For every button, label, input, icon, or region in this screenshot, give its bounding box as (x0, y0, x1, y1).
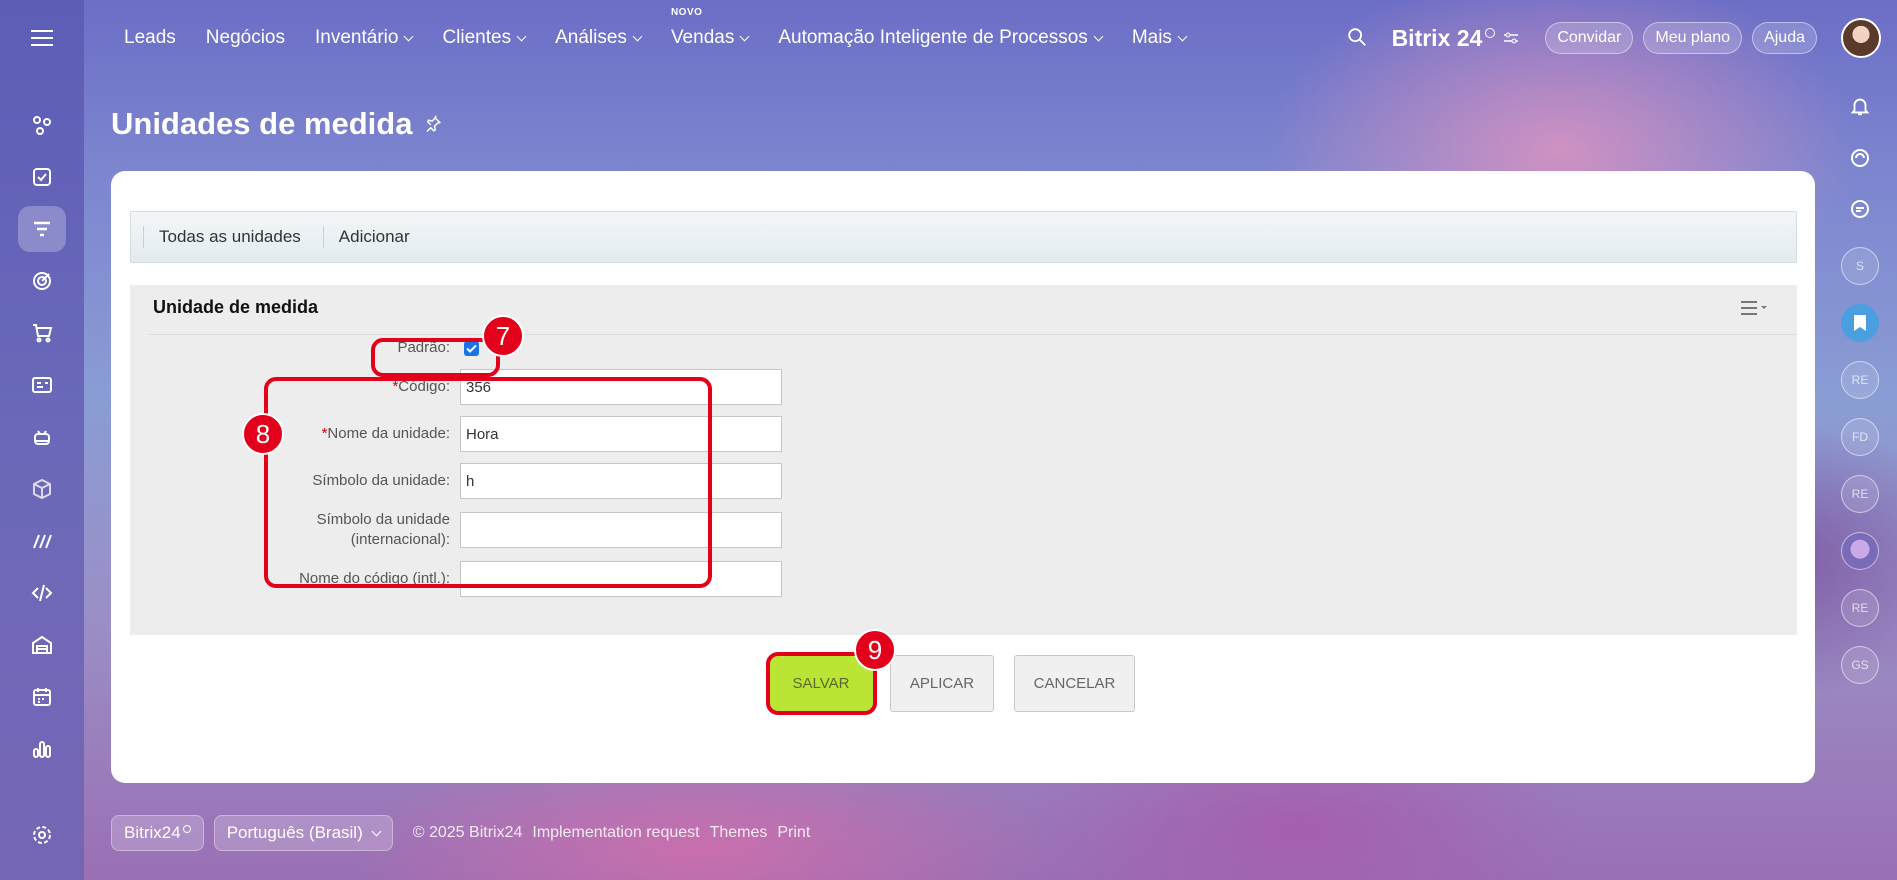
crm-icon[interactable] (18, 102, 66, 148)
right-rail: S RE FD RE RE GS (1823, 76, 1897, 880)
top-bar: Leads Negócios Inventário Clientes Análises N… (84, 0, 1897, 76)
copyright-text: © 2025 Bitrix24 (412, 824, 523, 841)
user-avatar[interactable] (1841, 18, 1881, 58)
target-icon[interactable] (18, 258, 66, 304)
box-icon[interactable] (18, 466, 66, 512)
highlight-fields (264, 377, 712, 588)
bookmark-icon (1854, 315, 1866, 331)
top-menu: Leads Negócios Inventário Clientes Análises N… (124, 7, 1216, 49)
chevron-down-icon (1177, 31, 1188, 41)
copilot-icon[interactable] (1842, 140, 1878, 176)
form-heading: Unidade de medida (153, 297, 319, 317)
rail-avatars: S RE FD RE RE GS (1841, 228, 1879, 684)
clock-icon (1485, 28, 1496, 38)
calendar-icon[interactable] (18, 674, 66, 720)
rail-avatar[interactable] (1841, 304, 1879, 342)
main-card: Todas as unidades Adicionar Unidade de m… (111, 171, 1815, 783)
menu-item-an-lises[interactable]: Análises (555, 27, 643, 49)
page-title-text: Unidades de medida (111, 106, 413, 141)
analytics-icon[interactable] (18, 726, 66, 772)
menu-item-neg-cios[interactable]: Negócios (206, 27, 285, 49)
menu-item-label: Leads (124, 27, 176, 48)
top-right-area: Bitrix 24 Convidar Meu plano Ajuda (1346, 0, 1897, 76)
menu-item-leads[interactable]: Leads (124, 27, 176, 49)
menu-item-label: Automação Inteligente de Processos (778, 27, 1088, 48)
chat-icon[interactable] (1842, 192, 1878, 228)
brand-text: Bitrix 24 (1391, 24, 1483, 51)
rail-avatar[interactable]: FD (1841, 418, 1879, 456)
marker-9: 9 (854, 629, 896, 671)
footer-brand-button[interactable]: Bitrix24 (111, 815, 204, 851)
toolbar: Todas as unidades Adicionar (130, 211, 1797, 263)
language-selector[interactable]: Português (Brasil) (213, 815, 393, 851)
chevron-down-icon (516, 31, 527, 41)
page-title: Unidades de medida (111, 106, 442, 142)
rail-avatar[interactable]: RE (1841, 475, 1879, 513)
menu-item-label: Negócios (205, 27, 285, 48)
footer: Bitrix24 Português (Brasil) © 2025 Bitri… (111, 815, 820, 851)
bitrix24-logo[interactable]: Bitrix 24 (1392, 25, 1520, 52)
help-button[interactable]: Ajuda (1752, 22, 1817, 54)
menu-item-clientes[interactable]: Clientes (442, 27, 527, 49)
menu-burger-icon[interactable] (22, 24, 62, 52)
pin-icon[interactable] (424, 115, 442, 133)
rail-avatar[interactable] (1841, 532, 1879, 570)
clock-icon (182, 825, 191, 833)
rail-avatar[interactable]: GS (1841, 646, 1879, 684)
warehouse-icon[interactable] (18, 622, 66, 668)
menu-item-label: Clientes (442, 27, 512, 48)
menu-item-mais[interactable]: Mais (1131, 27, 1188, 49)
menu-item-invent-rio[interactable]: Inventário (315, 27, 414, 49)
highlight-default (371, 338, 500, 377)
menu-item-vendas[interactable]: NOVO Vendas (670, 7, 750, 49)
catalog-filter-icon[interactable] (18, 206, 66, 252)
all-units-link[interactable]: Todas as unidades (143, 226, 323, 248)
code-icon[interactable] (18, 570, 66, 616)
add-unit-link[interactable]: Adicionar (322, 226, 432, 248)
marker-7: 7 (482, 315, 524, 357)
sliders-icon[interactable] (1503, 31, 1519, 45)
new-badge: NOVO (670, 7, 703, 18)
implementation-request-link[interactable]: Implementation request (532, 824, 699, 842)
chevron-down-icon (1093, 31, 1104, 41)
settings-gear-icon[interactable] (18, 812, 66, 858)
chevron-down-icon (739, 31, 750, 41)
rail-avatar[interactable]: RE (1841, 589, 1879, 627)
form-divider (149, 334, 1797, 335)
menu-item-label: Vendas (670, 27, 735, 48)
menu-item-label: Análises (555, 27, 627, 48)
list-menu-icon[interactable] (1741, 301, 1767, 315)
cancel-button[interactable]: CANCELAR (1014, 655, 1135, 712)
menu-item-automa-o-inteligente-de-processos[interactable]: Automação Inteligente de Processos (778, 27, 1104, 49)
my-plan-button[interactable]: Meu plano (1643, 22, 1743, 54)
bell-icon[interactable] (1842, 88, 1878, 124)
robot-icon[interactable] (18, 414, 66, 460)
left-nav (0, 0, 84, 880)
chevron-down-icon (371, 826, 382, 836)
apply-button[interactable]: APLICAR (890, 655, 994, 712)
themes-link[interactable]: Themes (710, 824, 768, 842)
rail-avatar[interactable]: RE (1841, 361, 1879, 399)
invite-button[interactable]: Convidar (1545, 22, 1634, 54)
rail-avatar[interactable]: S (1841, 247, 1879, 285)
contact-card-icon[interactable] (18, 362, 66, 408)
print-link[interactable]: Print (777, 824, 810, 842)
tasks-icon[interactable] (18, 154, 66, 200)
chevron-down-icon (632, 31, 643, 41)
menu-item-label: Mais (1131, 27, 1172, 48)
menu-item-label: Inventário (315, 27, 399, 48)
cart-icon[interactable] (18, 310, 66, 356)
default-row: Padrão: (130, 338, 1130, 358)
chevron-down-icon (404, 31, 414, 41)
sites-icon[interactable] (18, 518, 66, 564)
search-icon[interactable] (1346, 26, 1370, 50)
marker-8: 8 (242, 413, 284, 455)
